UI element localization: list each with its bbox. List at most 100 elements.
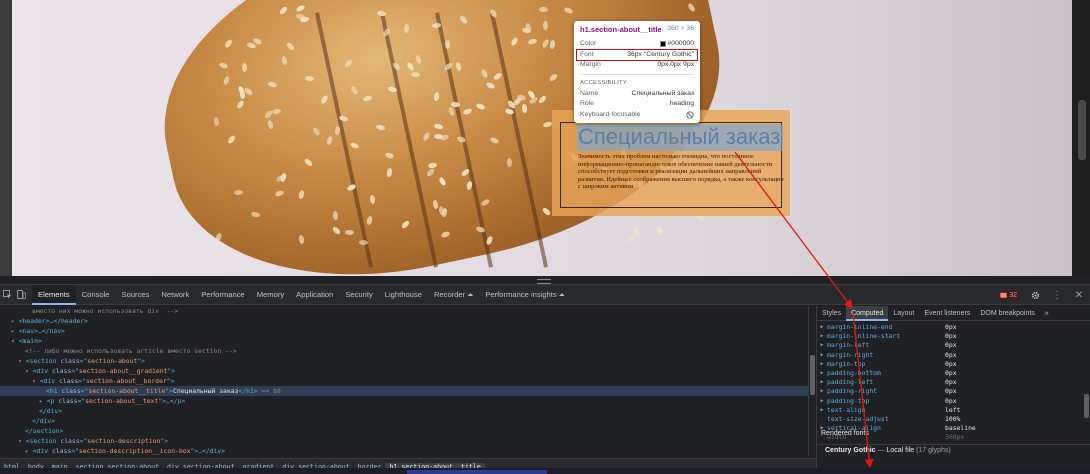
expand-arrow-icon[interactable]: ▶ [817, 378, 827, 387]
devtools-tab[interactable]: Performance insights ⏶ [479, 285, 571, 305]
taskbar-accent [407, 470, 547, 474]
dom-token: <main> [18, 337, 42, 345]
property-value: 0px [945, 332, 957, 341]
dom-token: <div [39, 377, 59, 385]
expand-arrow-icon[interactable]: ▶ [817, 323, 827, 332]
issues-badge[interactable]: 32 [997, 290, 1020, 300]
dom-token: <div [32, 367, 52, 375]
page-scrollbar-thumb[interactable] [1078, 100, 1086, 160]
computed-property[interactable]: ▶ margin-inline-start 0px [817, 332, 1083, 341]
property-name: margin-top [827, 359, 866, 368]
expand-arrow-icon[interactable]: ▶ [817, 360, 827, 369]
side-pane-tabbar: Styles Computed Layout Event listeners DOM b… [817, 305, 1090, 321]
computed-property[interactable]: ▶ margin-top 0px [817, 360, 1083, 369]
dom-node[interactable]: </div> [0, 406, 808, 416]
dom-token: class [58, 397, 78, 405]
tooltip-key: Role [580, 100, 594, 107]
computed-scrollbar[interactable] [1082, 323, 1090, 438]
dom-node[interactable]: <!-- либо можно использовать article вме… [0, 346, 808, 356]
dom-node[interactable]: </section> [0, 426, 808, 436]
dom-token: class [58, 377, 79, 385]
bread-seed [539, 6, 549, 13]
side-pane-tab[interactable]: DOM breakpoints [975, 306, 1039, 321]
devtools-tab[interactable]: Elements [32, 284, 76, 305]
dom-node[interactable]: ▾ <div class="section-about__gradient"> [0, 366, 808, 376]
dom-token: <div [32, 447, 52, 455]
computed-property[interactable]: text-size-adjust 100% [817, 415, 1083, 424]
dom-token: =" [71, 367, 79, 375]
dom-token: "> [160, 437, 169, 445]
expand-arrow-icon[interactable]: ▶ [817, 369, 827, 378]
dom-node[interactable]: ▾ <section class="section-description"> [0, 436, 808, 446]
devtools-tab[interactable]: Recorder ⏶ [428, 285, 479, 305]
expand-arrow-icon[interactable]: ▶ [817, 351, 827, 360]
devtools-tab[interactable]: Network [155, 285, 195, 305]
devtools-tab[interactable]: Sources [116, 285, 156, 305]
dom-token: Специальный заказ [173, 387, 239, 395]
devtools-tab[interactable]: Application [290, 285, 339, 305]
close-icon[interactable]: ✕ [1072, 285, 1086, 305]
devtools-tab[interactable]: Memory [251, 285, 290, 305]
computed-property[interactable]: ▶ text-align left [817, 406, 1083, 415]
computed-scrollbar-thumb[interactable] [1084, 394, 1089, 418]
device-toolbar-icon[interactable] [14, 285, 28, 305]
dom-node[interactable]: ▾ <section class="section-about"> [0, 356, 808, 366]
settings-gear-icon[interactable] [1028, 285, 1042, 305]
devtools-tabbar: Elements Console Sources Network Performance… [0, 284, 1090, 305]
more-options-icon[interactable]: ⋮ [1050, 285, 1064, 305]
computed-property[interactable]: ▶ padding-bottom 0px [817, 369, 1083, 378]
dom-token: </header> [53, 317, 88, 325]
devtools-tab[interactable]: Security [339, 285, 378, 305]
tooltip-name-row: Name Специальный заказ [580, 89, 694, 100]
dom-node[interactable]: ▸ <header>…</header> [0, 316, 808, 326]
dom-node[interactable]: ▾ <div class="section-about__border"> [0, 376, 808, 386]
bread-seed [655, 225, 664, 236]
computed-property[interactable]: ▶ margin-left 0px [817, 341, 1083, 350]
computed-property[interactable]: ▶ margin-right 0px [817, 351, 1083, 360]
dom-node[interactable]: </div> [0, 416, 808, 426]
dom-token: ▸ [11, 327, 19, 335]
expand-arrow-icon[interactable]: ▶ [817, 397, 827, 406]
dom-token: </section> [25, 427, 64, 435]
computed-property[interactable]: ▶ padding-top 0px [817, 397, 1083, 406]
property-value: 0px [945, 341, 957, 350]
dom-token: class [60, 437, 80, 445]
expand-arrow-icon[interactable]: ▶ [817, 332, 827, 341]
dom-token: "> [158, 397, 167, 405]
tooltip-role-row: Role heading [580, 99, 694, 110]
dom-node[interactable]: ▸ <div class="section-description__icon-… [0, 446, 808, 456]
computed-property[interactable]: ▶ padding-left 0px [817, 378, 1083, 387]
devtools-tab[interactable]: Performance [195, 285, 250, 305]
page-scrollbar[interactable] [1072, 0, 1090, 276]
side-pane-tab[interactable]: Layout [888, 306, 919, 321]
property-value: baseline [945, 424, 976, 433]
dom-node[interactable]: ▾ <main> [0, 336, 808, 346]
side-pane-tab[interactable]: Event listeners [919, 306, 975, 321]
dom-node[interactable]: вместо них можно использовать div --> [0, 306, 808, 316]
expand-arrow-icon[interactable]: ▶ [817, 387, 827, 396]
inspect-element-icon[interactable] [0, 285, 14, 305]
dom-token: <section [25, 357, 61, 365]
computed-property[interactable]: ▶ padding-right 0px [817, 387, 1083, 396]
property-name: margin-inline-end [827, 323, 893, 331]
dom-node[interactable]: ▸ <nav>…</nav> [0, 326, 808, 336]
side-pane-tab[interactable]: » [1040, 306, 1054, 321]
styles-side-pane: Styles Computed Layout Event listeners DOM b… [816, 305, 1090, 474]
property-value: 0px [945, 368, 957, 377]
dom-tree[interactable]: вместо них можно использовать div --> ▸ <… [0, 306, 808, 456]
dom-token: section-description [87, 437, 161, 445]
dom-node[interactable]: ▸ <p class="section-about__text">…</p> [0, 396, 808, 406]
side-pane-tab[interactable]: Styles [817, 306, 846, 321]
dom-token: section-about__text [85, 397, 159, 405]
computed-property[interactable]: ▶ margin-inline-end 0px [817, 323, 1083, 332]
side-pane-tab[interactable]: Computed [846, 305, 889, 321]
devtools-tab[interactable]: Lighthouse [379, 285, 428, 305]
expand-arrow-icon[interactable]: ▶ [817, 406, 827, 415]
property-name: margin-inline-start [827, 332, 901, 341]
dom-node-selected[interactable]: <h1 class="section-about__title">Специал… [0, 386, 808, 396]
dom-token: section-about__title [88, 387, 166, 395]
property-name: padding-top [827, 396, 870, 405]
expand-arrow-icon[interactable]: ▶ [817, 341, 827, 350]
dom-scrollbar-thumb[interactable] [810, 355, 815, 395]
devtools-tab[interactable]: Console [76, 285, 116, 305]
